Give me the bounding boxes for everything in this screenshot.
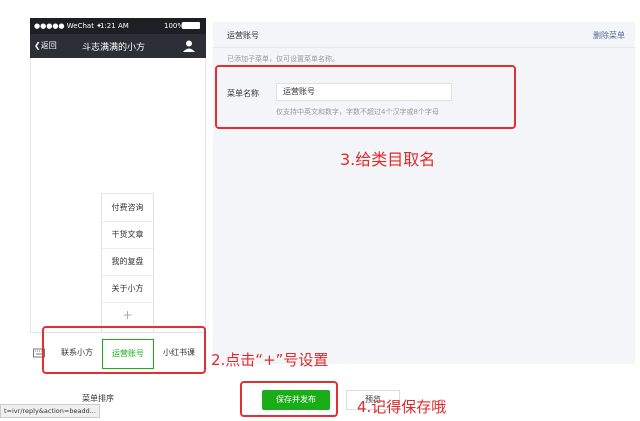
browser-status-url: t=ivr/reply&action=beadd... [0, 404, 100, 418]
submenu-item-about[interactable]: 关于小方 [102, 275, 153, 303]
annotation-box-save [240, 381, 338, 417]
battery-text: 100% [164, 22, 185, 30]
submenu-popup: 付费咨询 干货文章 我的复盘 关于小方 + [101, 193, 154, 333]
annotation-step2: 2.点击“+”号设置 [211, 351, 329, 369]
status-time: 1:21 AM [100, 22, 129, 30]
submenu-item-review[interactable]: 我的复盘 [102, 248, 153, 276]
phone-nav-bar: ❮返回 斗志满满的小方 [30, 34, 206, 58]
submenu-item-paid[interactable]: 付费咨询 [102, 194, 153, 222]
panel-hint: 已添加子菜单，仅可设置菜单名称。 [227, 55, 339, 63]
annotation-box-name-field [215, 65, 516, 129]
add-submenu-button[interactable]: + [102, 302, 153, 329]
profile-icon[interactable] [182, 39, 196, 53]
annotation-step4: 4.记得保存哦 [357, 398, 447, 416]
account-title: 斗志满满的小方 [82, 43, 146, 53]
back-button[interactable]: ❮返回 [34, 40, 57, 51]
annotation-box-menubar [42, 326, 206, 374]
annotation-step3: 3.给类目取名 [340, 150, 436, 169]
carrier-text: ●●●●● WeChat ✦ [34, 22, 103, 30]
delete-menu-link[interactable]: 删除菜单 [593, 30, 625, 41]
panel-title: 运营账号 [227, 31, 259, 40]
battery-icon [182, 22, 200, 29]
phone-status-bar: ●●●●● WeChat ✦ 1:21 AM 100% [30, 18, 206, 34]
menu-sort-button[interactable]: 菜单排序 [82, 393, 114, 404]
panel-header: 运营账号 删除菜单 [213, 22, 635, 48]
submenu-item-articles[interactable]: 干货文章 [102, 221, 153, 249]
